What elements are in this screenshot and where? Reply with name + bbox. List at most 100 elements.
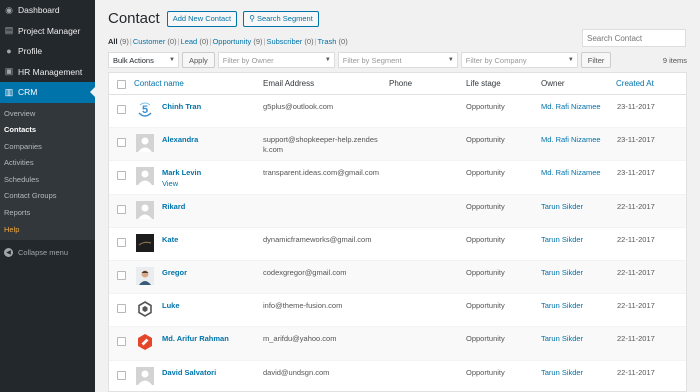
owner-link[interactable]: Md. Rafi Nizamee: [541, 102, 601, 111]
filter-count: (9): [253, 37, 263, 46]
table-row: Gregor codexgregor@gmail.com Opportunity Ta…: [109, 260, 686, 295]
submenu-item-activities[interactable]: Activities: [0, 155, 95, 172]
contact-name-link[interactable]: Md. Arifur Rahman: [162, 334, 229, 343]
select-all-checkbox[interactable]: [117, 80, 126, 89]
filter-company-label: Filter by Company: [465, 55, 527, 65]
sidebar-item-label: HR Management: [18, 66, 83, 77]
dashboard-icon: ◉: [5, 4, 13, 15]
avatar: [136, 233, 154, 252]
collapse-arrow-icon: ◀: [4, 247, 13, 257]
filter-separator: |: [129, 37, 132, 46]
contact-name-link[interactable]: David Salvatori: [162, 368, 216, 377]
contact-name-link[interactable]: Rikard: [162, 202, 185, 211]
filter-count: (0): [167, 37, 177, 46]
row-checkbox[interactable]: [117, 337, 126, 347]
contact-name-link[interactable]: Mark Levin: [162, 168, 201, 177]
submenu-item-schedules[interactable]: Schedules: [0, 172, 95, 189]
row-checkbox[interactable]: [117, 270, 126, 280]
filter-company-select[interactable]: Filter by Company ▼: [460, 52, 578, 68]
table-row: Md. Arifur Rahman m_arifdu@yahoo.com Oppor…: [109, 327, 686, 361]
filter-opportunity[interactable]: Opportunity (9): [212, 37, 262, 46]
filter-button[interactable]: Filter: [580, 52, 612, 68]
email-cell: david@undsgn.com: [263, 367, 330, 377]
contact-name-link[interactable]: Gregor: [162, 268, 187, 277]
row-checkbox[interactable]: [117, 138, 126, 148]
filter-trash[interactable]: Trash (0): [318, 37, 348, 46]
sidebar-item-crm[interactable]: ▥ CRM: [0, 82, 95, 103]
sidebar-item-profile[interactable]: ● Profile: [0, 41, 95, 62]
contact-name-link[interactable]: Alexandra: [162, 135, 198, 144]
submenu-item-help[interactable]: Help: [0, 222, 95, 239]
sidebar-item-dashboard[interactable]: ◉ Dashboard: [0, 0, 95, 21]
owner-link[interactable]: Tarun Sikder: [541, 334, 583, 343]
add-new-contact-label: Add New Contact: [172, 14, 232, 23]
column-created-at[interactable]: Created At: [616, 79, 654, 88]
owner-link[interactable]: Tarun Sikder: [541, 235, 583, 244]
submenu-item-overview[interactable]: Overview: [0, 106, 95, 123]
created-at-cell: 22-11-2017: [617, 334, 655, 344]
filter-segment-select[interactable]: Filter by Segment ▼: [337, 52, 458, 68]
avatar: [136, 200, 154, 219]
row-checkbox[interactable]: [117, 370, 126, 380]
search-segment-button[interactable]: ⚲ Search Segment: [243, 10, 319, 27]
table-toolbar: Bulk Actions ▼ Apply Filter by Owner ▼ Fil…: [108, 52, 614, 68]
sidebar-item-hr-management[interactable]: ▣ HR Management: [0, 62, 95, 83]
filter-owner-select[interactable]: Filter by Owner ▼: [217, 52, 335, 68]
owner-link[interactable]: Tarun Sikder: [541, 368, 583, 377]
filter-label: Subscriber: [266, 37, 303, 46]
filter-count: (0): [338, 37, 348, 46]
column-contact-name[interactable]: Contact name: [134, 79, 184, 88]
row-checkbox[interactable]: [117, 304, 126, 314]
row-checkbox[interactable]: [117, 204, 126, 214]
owner-link[interactable]: Tarun Sikder: [541, 202, 583, 211]
submenu-item-reports[interactable]: Reports: [0, 205, 95, 222]
apply-button[interactable]: Apply: [182, 52, 215, 68]
chart-icon: ▥: [4, 86, 14, 97]
life-stage-cell: Opportunity: [466, 334, 505, 344]
owner-link[interactable]: Md. Rafi Nizamee: [541, 168, 601, 177]
created-at-cell: 23-11-2017: [617, 102, 655, 111]
row-checkbox[interactable]: [117, 171, 126, 181]
contact-name-link[interactable]: Luke: [162, 301, 180, 310]
filter-lead[interactable]: Lead (0): [181, 37, 209, 46]
life-stage-cell: Opportunity: [466, 301, 505, 311]
owner-link[interactable]: Tarun Sikder: [541, 268, 583, 277]
created-at-cell: 22-11-2017: [617, 234, 655, 244]
filter-subscriber[interactable]: Subscriber (0): [266, 37, 313, 46]
collapse-menu-label: Collapse menu: [18, 247, 69, 257]
sidebar-item-project-manager[interactable]: ▤ Project Manager: [0, 21, 95, 42]
bulk-actions-select[interactable]: Bulk Actions ▼: [108, 52, 179, 68]
email-cell: dynamicframeworks@gmail.com: [263, 234, 372, 244]
submenu-item-contacts[interactable]: Contacts: [0, 122, 95, 139]
view-contact-link[interactable]: View: [162, 179, 178, 188]
table-body: 5 Chinh Tran g5plus@outlook.com Opportunity…: [109, 95, 686, 392]
filter-customer[interactable]: Customer (0): [133, 37, 177, 46]
row-checkbox[interactable]: [117, 105, 126, 114]
created-at-cell: 22-11-2017: [617, 201, 655, 211]
filter-label: Customer: [132, 37, 166, 46]
owner-link[interactable]: Tarun Sikder: [541, 301, 583, 310]
filter-count: (0): [304, 37, 314, 46]
search-contact-input[interactable]: [582, 29, 686, 47]
avatar: [136, 333, 154, 351]
table-row: Mark Levin View transparent.ideas.com@gmai…: [109, 161, 686, 195]
add-new-contact-button[interactable]: Add New Contact: [166, 10, 238, 27]
submenu-item-contact-groups[interactable]: Contact Groups: [0, 188, 95, 205]
contact-name-link[interactable]: Chinh Tran: [162, 102, 201, 111]
email-cell: support@shopkeeper-help.zendesk.com: [263, 135, 378, 155]
avatar: [136, 300, 154, 319]
column-email: Email Address: [263, 79, 315, 88]
filter-label: Trash: [317, 37, 337, 46]
sidebar-item-label: Project Manager: [18, 25, 81, 36]
submenu-item-companies[interactable]: Companies: [0, 139, 95, 156]
filter-separator: |: [314, 37, 317, 46]
filter-owner-label: Filter by Owner: [222, 55, 274, 65]
main-content: Contact Add New Contact ⚲ Search Segment …: [95, 0, 700, 392]
collapse-menu-button[interactable]: ◀ Collapse menu: [0, 244, 95, 260]
row-checkbox[interactable]: [117, 237, 126, 247]
contact-name-link[interactable]: Kate: [162, 235, 178, 244]
filter-all[interactable]: All (9): [108, 37, 129, 46]
life-stage-cell: Opportunity: [466, 102, 505, 111]
table-row: David Salvatori david@undsgn.com Opportuni…: [109, 361, 686, 392]
owner-link[interactable]: Md. Rafi Nizamee: [541, 135, 601, 144]
